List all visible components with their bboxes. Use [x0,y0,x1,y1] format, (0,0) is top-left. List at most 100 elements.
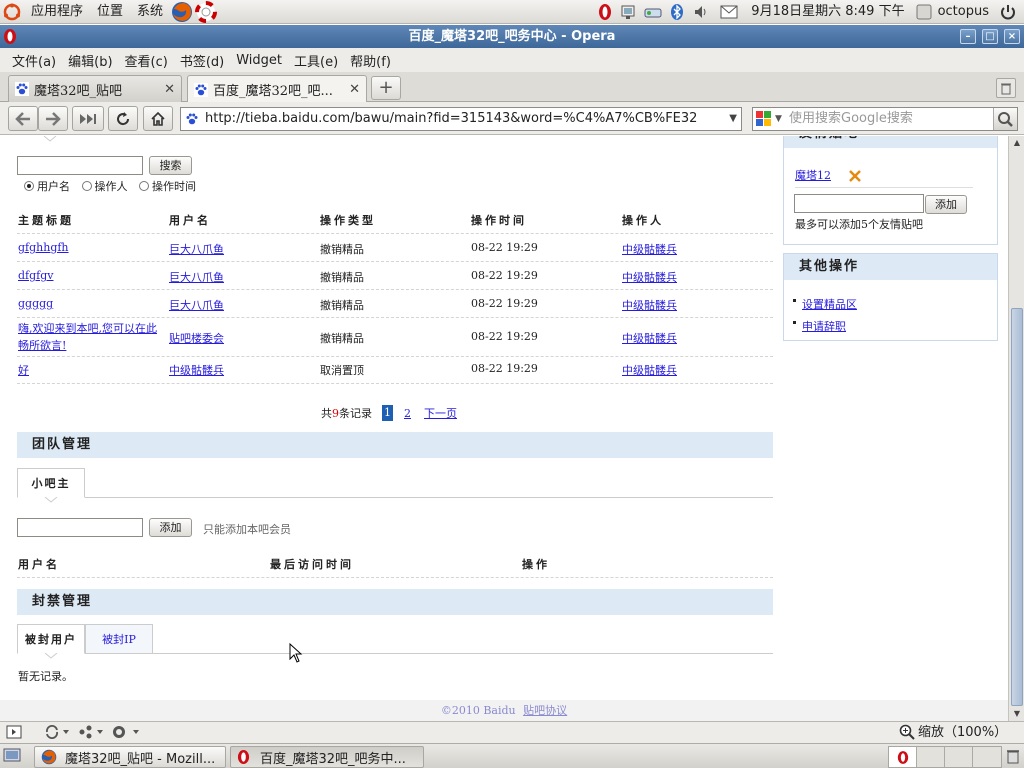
resign-link[interactable]: 申请辞职 [802,318,846,334]
volume-icon[interactable] [689,0,713,24]
workspace-switcher[interactable] [888,746,1002,768]
close-tab-icon[interactable]: ✕ [164,82,175,97]
help-launcher-icon[interactable] [194,0,218,24]
search-go-button[interactable] [993,108,1017,130]
row-title-link[interactable]: gfghhgfh [18,241,69,254]
panel-username[interactable]: octopus [936,0,996,24]
page-link-2[interactable]: 2 [404,407,411,420]
ban-management-header: 封禁管理 [17,589,773,615]
add-friend-bar-input[interactable] [794,194,924,213]
row-operator-link[interactable]: 中级骷髅兵 [622,269,677,285]
shutdown-icon[interactable] [996,0,1020,24]
row-title-link[interactable]: dfgfgv [18,269,53,282]
radio-operator[interactable]: 操作人 [81,180,128,193]
panel-toggle-icon[interactable] [6,725,22,739]
tab-bawu-center[interactable]: 百度_魔塔32吧_吧... ✕ [187,75,367,103]
taskbar-firefox-window[interactable]: 魔塔32吧_贴吧 - Mozill... [34,746,226,768]
zoom-magnifier-icon[interactable] [899,724,915,740]
minimize-button[interactable]: – [960,29,976,44]
row-title-link[interactable]: ggggg [18,297,53,310]
row-operator-link[interactable]: 中级骷髅兵 [622,241,677,257]
search-field[interactable]: ▼ 使用搜索Google搜索 [752,107,1018,131]
sync-icon[interactable] [44,725,70,739]
row-user-link[interactable]: 贴吧楼委会 [169,330,224,346]
ubuntu-logo-icon[interactable] [0,0,24,24]
turbo-icon[interactable] [112,725,140,739]
scroll-thumb[interactable] [1011,308,1023,706]
panel-menu-system[interactable]: 系统 [130,0,170,24]
tab-banned-ips[interactable]: 被封IP [85,624,153,654]
friend-bar-hint: 最多可以添加5个友情贴吧 [795,218,923,231]
new-tab-button[interactable]: + [371,76,401,100]
add-friend-bar-button[interactable]: 添加 [925,195,967,214]
row-user-link[interactable]: 中级骷髅兵 [169,362,224,378]
set-digest-link[interactable]: 设置精品区 [802,296,857,312]
next-page-link[interactable]: 下一页 [424,405,457,421]
url-field[interactable]: http://tieba.baidu.com/bawu/main?fid=315… [180,107,742,131]
home-button[interactable] [143,106,173,131]
close-tab-icon[interactable]: ✕ [349,82,360,97]
panel-menu-applications[interactable]: 应用程序 [24,0,90,24]
remove-friend-icon[interactable] [848,169,862,183]
row-user-link[interactable]: 巨大八爪鱼 [169,241,224,257]
menu-bookmarks[interactable]: 书签(d) [174,51,230,70]
close-window-button[interactable]: × [1004,29,1020,44]
workspace-3[interactable] [945,747,973,767]
google-icon[interactable] [756,111,774,127]
row-operator-link[interactable]: 中级骷髅兵 [622,330,677,346]
row-user-link[interactable]: 巨大八爪鱼 [169,269,224,285]
unite-icon[interactable] [78,725,104,739]
zoom-indicator[interactable]: 缩放（100%） [918,722,1007,743]
menu-widget[interactable]: Widget [230,53,288,68]
row-title-link[interactable]: 嗨,欢迎来到本吧,您可以在此畅所欲言! [18,320,163,354]
add-member-button[interactable]: 添加 [149,518,192,537]
devices-tray-icon[interactable] [641,0,665,24]
taskbar-opera-window[interactable]: 百度_魔塔32吧_吧务中... [230,746,424,768]
tab-motai32-tieba[interactable]: 魔塔32吧_贴吧 ✕ [8,75,182,102]
add-member-input[interactable] [17,518,143,537]
footer-agreement-link[interactable]: 贴吧协议 [523,704,567,717]
row-operator-link[interactable]: 中级骷髅兵 [622,297,677,313]
show-desktop-icon[interactable] [3,748,21,764]
menu-file[interactable]: 文件(a) [6,51,62,70]
trash-icon[interactable] [996,78,1016,98]
menu-tools[interactable]: 工具(e) [288,51,344,70]
friend-bar-link[interactable]: 魔塔12 [795,167,831,183]
menu-edit[interactable]: 编辑(b) [62,51,118,70]
scroll-up-arrow-icon[interactable]: ▲ [1010,136,1024,150]
firefox-launcher-icon[interactable] [170,0,194,24]
radio-operation-time[interactable]: 操作时间 [139,180,196,193]
trash-applet-icon[interactable] [1005,748,1021,764]
workspace-1[interactable] [889,747,917,767]
network-tray-icon[interactable] [617,0,641,24]
maximize-button[interactable]: □ [982,29,998,44]
page-current[interactable]: 1 [382,405,393,421]
reload-button[interactable] [108,106,138,131]
forward-button[interactable] [38,106,68,131]
url-dropdown-icon[interactable]: ▼ [729,108,737,130]
radio-username[interactable]: 用户名 [24,180,70,193]
panel-clock[interactable]: 9月18日星期六 8:49 下午 [741,0,911,24]
search-button[interactable]: 搜索 [149,156,192,175]
search-keyword-input[interactable] [17,156,143,175]
row-operator-link[interactable]: 中级骷髅兵 [622,362,677,378]
tab-banned-users[interactable]: 被封用户 [17,624,85,654]
vertical-scrollbar[interactable]: ▲ ▼ [1008,136,1024,721]
row-title-link[interactable]: 好 [18,362,29,378]
window-titlebar[interactable]: 百度_魔塔32吧_吧务中心 - Opera – □ × [0,25,1024,48]
workspace-2[interactable] [917,747,945,767]
menu-view[interactable]: 查看(c) [119,51,174,70]
scroll-down-arrow-icon[interactable]: ▼ [1010,707,1024,721]
row-user-link[interactable]: 巨大八爪鱼 [169,297,224,313]
panel-menu-places[interactable]: 位置 [90,0,130,24]
opera-logo-icon[interactable] [3,28,17,45]
mail-icon[interactable] [717,0,741,24]
opera-tray-icon[interactable] [593,0,617,24]
workspace-4[interactable] [973,747,1001,767]
back-button[interactable] [8,106,38,131]
bluetooth-icon[interactable] [665,0,689,24]
tab-assistant-manager[interactable]: 小吧主 [17,468,85,498]
fast-forward-button[interactable] [72,106,104,131]
search-engine-dropdown-icon[interactable]: ▼ [775,108,782,130]
menu-help[interactable]: 帮助(f) [344,51,397,70]
